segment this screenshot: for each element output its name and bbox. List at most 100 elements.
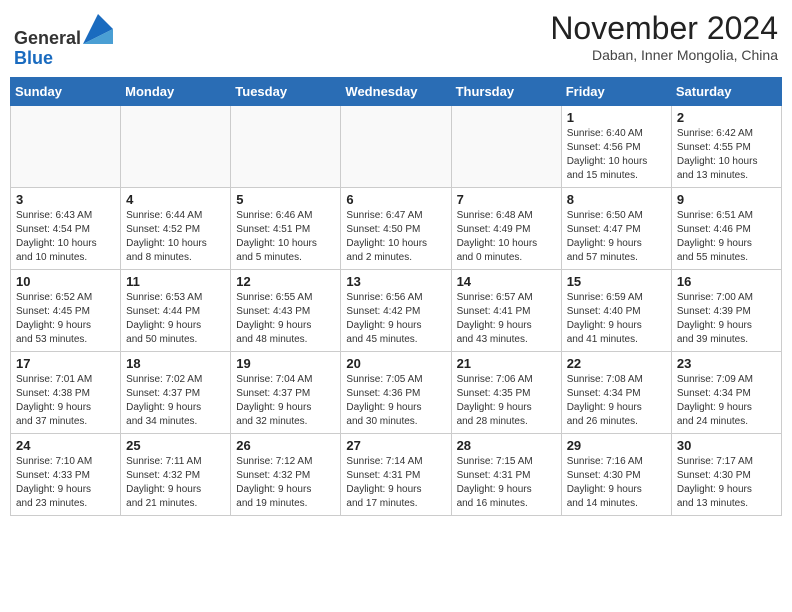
day-number: 9 [677,192,776,207]
calendar-cell: 26 Sunrise: 7:12 AM Sunset: 4:32 PM Dayli… [231,433,341,515]
day-number: 24 [16,438,115,453]
calendar-cell: 10 Sunrise: 6:52 AM Sunset: 4:45 PM Dayli… [11,269,121,351]
weekday-header-sunday: Sunday [11,77,121,105]
calendar-week-row-2: 10 Sunrise: 6:52 AM Sunset: 4:45 PM Dayli… [11,269,782,351]
calendar-cell: 7 Sunrise: 6:48 AM Sunset: 4:49 PM Daylig… [451,187,561,269]
calendar-cell: 22Sunrise: 7:08 AM Sunset: 4:34 PM Dayli… [561,351,671,433]
weekday-header-thursday: Thursday [451,77,561,105]
day-number: 7 [457,192,556,207]
day-number: 11 [126,274,225,289]
day-number: 28 [457,438,556,453]
day-detail: Sunrise: 6:40 AM Sunset: 4:56 PM Dayligh… [567,127,666,183]
weekday-header-wednesday: Wednesday [341,77,451,105]
weekday-header-tuesday: Tuesday [231,77,341,105]
calendar-cell: 16 Sunrise: 7:00 AM Sunset: 4:39 PM Dayli… [671,269,781,351]
day-detail: Sunrise: 6:59 AM Sunset: 4:40 PM Dayligh… [567,291,666,347]
day-number: 18 [126,356,225,371]
calendar-cell: 27Sunrise: 7:14 AM Sunset: 4:31 PM Dayli… [341,433,451,515]
title-block: November 2024 Daban, Inner Mongolia, Chi… [550,10,778,63]
day-number: 14 [457,274,556,289]
calendar-cell: 19 Sunrise: 7:04 AM Sunset: 4:37 PM Dayli… [231,351,341,433]
calendar-cell [451,105,561,187]
day-detail: Sunrise: 6:51 AM Sunset: 4:46 PM Dayligh… [677,209,776,265]
day-detail: Sunrise: 6:48 AM Sunset: 4:49 PM Dayligh… [457,209,556,265]
day-detail: Sunrise: 7:15 AM Sunset: 4:31 PM Dayligh… [457,455,556,511]
day-detail: Sunrise: 7:05 AM Sunset: 4:36 PM Dayligh… [346,373,445,429]
calendar-cell: 12 Sunrise: 6:55 AM Sunset: 4:43 PM Dayli… [231,269,341,351]
day-number: 8 [567,192,666,207]
logo: General Blue [14,14,113,69]
day-detail: Sunrise: 6:53 AM Sunset: 4:44 PM Dayligh… [126,291,225,347]
calendar-cell [121,105,231,187]
day-detail: Sunrise: 7:04 AM Sunset: 4:37 PM Dayligh… [236,373,335,429]
location: Daban, Inner Mongolia, China [550,47,778,63]
day-detail: Sunrise: 6:47 AM Sunset: 4:50 PM Dayligh… [346,209,445,265]
day-number: 17 [16,356,115,371]
day-detail: Sunrise: 6:52 AM Sunset: 4:45 PM Dayligh… [16,291,115,347]
weekday-header-row: SundayMondayTuesdayWednesdayThursdayFrid… [11,77,782,105]
calendar-cell: 14 Sunrise: 6:57 AM Sunset: 4:41 PM Dayli… [451,269,561,351]
calendar-cell [11,105,121,187]
calendar-cell: 28 Sunrise: 7:15 AM Sunset: 4:31 PM Dayli… [451,433,561,515]
day-detail: Sunrise: 6:46 AM Sunset: 4:51 PM Dayligh… [236,209,335,265]
weekday-header-monday: Monday [121,77,231,105]
logo-icon [83,14,113,44]
day-detail: Sunrise: 7:10 AM Sunset: 4:33 PM Dayligh… [16,455,115,511]
day-number: 13 [346,274,445,289]
day-number: 12 [236,274,335,289]
calendar-cell: 25 Sunrise: 7:11 AM Sunset: 4:32 PM Dayli… [121,433,231,515]
logo-general: General [14,28,81,48]
day-number: 23 [677,356,776,371]
day-number: 19 [236,356,335,371]
calendar-cell: 24 Sunrise: 7:10 AM Sunset: 4:33 PM Dayli… [11,433,121,515]
calendar-cell [231,105,341,187]
calendar-week-row-0: 1 Sunrise: 6:40 AM Sunset: 4:56 PM Daylig… [11,105,782,187]
day-number: 4 [126,192,225,207]
calendar-table: SundayMondayTuesdayWednesdayThursdayFrid… [10,77,782,516]
calendar-cell: 21 Sunrise: 7:06 AM Sunset: 4:35 PM Dayli… [451,351,561,433]
day-number: 21 [457,356,556,371]
day-detail: Sunrise: 6:43 AM Sunset: 4:54 PM Dayligh… [16,209,115,265]
calendar-cell: 3 Sunrise: 6:43 AM Sunset: 4:54 PM Daylig… [11,187,121,269]
day-number: 15 [567,274,666,289]
day-detail: Sunrise: 6:56 AM Sunset: 4:42 PM Dayligh… [346,291,445,347]
day-number: 26 [236,438,335,453]
calendar-cell: 8Sunrise: 6:50 AM Sunset: 4:47 PM Daylig… [561,187,671,269]
logo-blue: Blue [14,48,53,68]
day-detail: Sunrise: 6:42 AM Sunset: 4:55 PM Dayligh… [677,127,776,183]
day-detail: Sunrise: 7:17 AM Sunset: 4:30 PM Dayligh… [677,455,776,511]
day-detail: Sunrise: 7:09 AM Sunset: 4:34 PM Dayligh… [677,373,776,429]
day-number: 2 [677,110,776,125]
day-detail: Sunrise: 7:16 AM Sunset: 4:30 PM Dayligh… [567,455,666,511]
calendar-cell: 9 Sunrise: 6:51 AM Sunset: 4:46 PM Daylig… [671,187,781,269]
calendar-week-row-3: 17 Sunrise: 7:01 AM Sunset: 4:38 PM Dayli… [11,351,782,433]
calendar-week-row-4: 24 Sunrise: 7:10 AM Sunset: 4:33 PM Dayli… [11,433,782,515]
calendar-cell: 29Sunrise: 7:16 AM Sunset: 4:30 PM Dayli… [561,433,671,515]
calendar-cell: 30 Sunrise: 7:17 AM Sunset: 4:30 PM Dayli… [671,433,781,515]
day-detail: Sunrise: 6:55 AM Sunset: 4:43 PM Dayligh… [236,291,335,347]
calendar-cell: 20 Sunrise: 7:05 AM Sunset: 4:36 PM Dayli… [341,351,451,433]
calendar-cell: 13 Sunrise: 6:56 AM Sunset: 4:42 PM Dayli… [341,269,451,351]
month-title: November 2024 [550,10,778,47]
day-detail: Sunrise: 7:12 AM Sunset: 4:32 PM Dayligh… [236,455,335,511]
day-detail: Sunrise: 7:11 AM Sunset: 4:32 PM Dayligh… [126,455,225,511]
day-detail: Sunrise: 6:57 AM Sunset: 4:41 PM Dayligh… [457,291,556,347]
day-number: 25 [126,438,225,453]
calendar-cell: 11 Sunrise: 6:53 AM Sunset: 4:44 PM Dayli… [121,269,231,351]
day-number: 30 [677,438,776,453]
day-number: 3 [16,192,115,207]
calendar-cell: 15 Sunrise: 6:59 AM Sunset: 4:40 PM Dayli… [561,269,671,351]
day-detail: Sunrise: 7:01 AM Sunset: 4:38 PM Dayligh… [16,373,115,429]
day-number: 10 [16,274,115,289]
day-detail: Sunrise: 7:00 AM Sunset: 4:39 PM Dayligh… [677,291,776,347]
calendar-cell [341,105,451,187]
day-number: 1 [567,110,666,125]
day-number: 20 [346,356,445,371]
day-detail: Sunrise: 7:06 AM Sunset: 4:35 PM Dayligh… [457,373,556,429]
calendar-cell: 4Sunrise: 6:44 AM Sunset: 4:52 PM Daylig… [121,187,231,269]
calendar-cell: 2 Sunrise: 6:42 AM Sunset: 4:55 PM Daylig… [671,105,781,187]
calendar-cell: 18 Sunrise: 7:02 AM Sunset: 4:37 PM Dayli… [121,351,231,433]
page-header: General Blue November 2024 Daban, Inner … [10,10,782,69]
day-number: 16 [677,274,776,289]
day-detail: Sunrise: 7:02 AM Sunset: 4:37 PM Dayligh… [126,373,225,429]
